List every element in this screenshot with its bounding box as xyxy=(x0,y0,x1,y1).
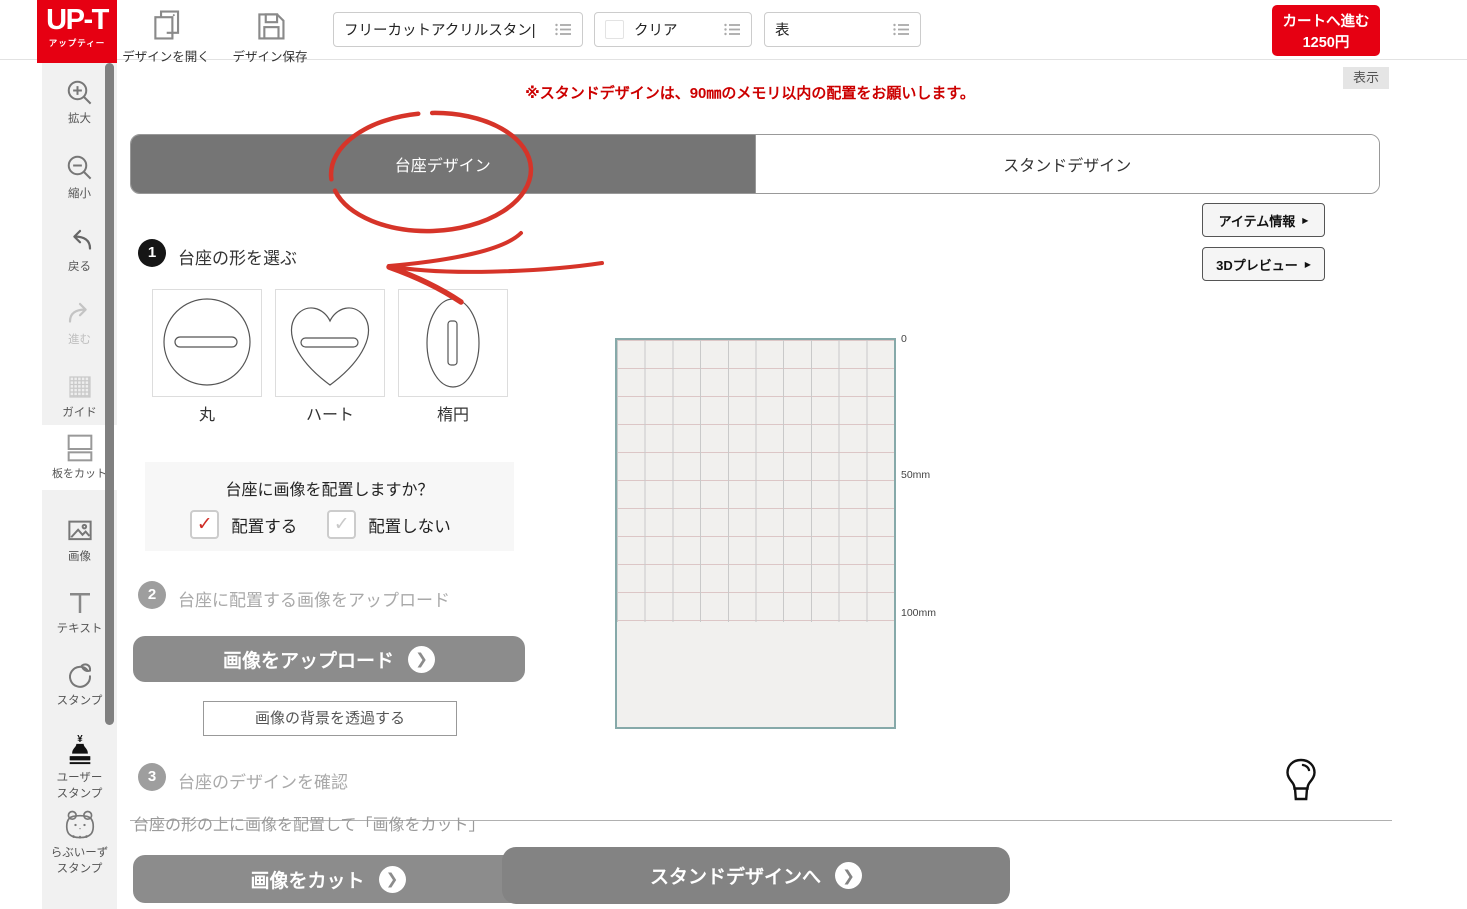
preview-3d-label: 3Dプレビュー xyxy=(1216,255,1298,274)
undo-icon xyxy=(65,226,95,256)
transparent-bg-button[interactable]: 画像の背景を透過する xyxy=(203,701,457,736)
tab-stand-design[interactable]: スタンドデザイン xyxy=(755,135,1380,193)
logo-subtitle: アップティー xyxy=(37,37,117,49)
canvas-tick-100: 100mm xyxy=(901,607,936,619)
design-canvas[interactable] xyxy=(615,338,896,729)
shape-label-heart: ハート xyxy=(275,401,385,425)
color-swatch xyxy=(605,20,624,39)
upload-image-button[interactable]: 画像をアップロード xyxy=(133,636,525,682)
color-select[interactable]: クリア xyxy=(594,12,752,47)
step2-title: 台座に配置する画像をアップロード xyxy=(178,586,450,611)
step3-number: 3 xyxy=(138,763,166,791)
app-root: デザインを開く デザイン保存 フリーカットアクリルスタン| クリア xyxy=(0,0,1467,909)
cut-image-label: 画像をカット xyxy=(250,866,364,893)
cart-button-line1: カートへ進む xyxy=(1272,12,1380,33)
stamp-icon xyxy=(65,660,95,690)
list-icon xyxy=(893,22,910,37)
sidebar-scrollbar[interactable] xyxy=(105,63,114,725)
sidebar-item-label: ユーザー スタンプ xyxy=(42,771,117,802)
logo-title: UP-T xyxy=(37,3,117,37)
placement-panel: 台座に画像を配置しますか？ 配置する 配置しない xyxy=(145,462,514,551)
header: デザインを開く デザイン保存 フリーカットアクリルスタン| クリア xyxy=(0,0,1467,60)
item-info-button[interactable]: アイテム情報 xyxy=(1202,203,1325,237)
save-design-label: デザイン保存 xyxy=(225,46,315,65)
cart-button-line2: 1250円 xyxy=(1272,33,1380,54)
shape-label-circle: 丸 xyxy=(152,401,262,425)
side-select-value: 表 xyxy=(775,19,885,40)
step1-title: 台座の形を選ぶ xyxy=(178,244,297,269)
color-select-value: クリア xyxy=(634,19,716,40)
shape-option-ellipse[interactable] xyxy=(398,289,508,397)
place-yes-checkbox[interactable] xyxy=(190,510,219,539)
tab-base-design[interactable]: 台座デザイン xyxy=(131,135,755,193)
step1-number: 1 xyxy=(138,239,166,267)
heart-shape-icon xyxy=(276,290,384,396)
sidebar-item-label: らぶいーず スタンプ xyxy=(42,846,117,877)
arrow-circle-icon xyxy=(379,866,406,893)
open-design-icon xyxy=(149,7,183,43)
circle-shape-icon xyxy=(153,290,261,396)
list-icon xyxy=(555,22,572,37)
open-design-button[interactable]: デザインを開く xyxy=(121,5,211,65)
cut-image-button[interactable]: 画像をカット xyxy=(133,855,523,903)
svg-text:¥: ¥ xyxy=(77,734,83,745)
list-icon xyxy=(724,22,741,37)
upload-image-label: 画像をアップロード xyxy=(223,646,394,673)
sidebar-item-user-stamp[interactable]: ¥ ユーザー スタンプ xyxy=(42,733,117,802)
to-stand-design-label: スタンドデザインへ xyxy=(650,862,821,889)
step2-number: 2 xyxy=(138,581,166,609)
lightbulb-icon[interactable] xyxy=(1283,757,1319,805)
place-yes-label: 配置する xyxy=(231,513,297,537)
hint-text: 台座の形の上に画像を配置して「画像をカット」 xyxy=(133,811,485,835)
step3-title: 台座のデザインを確認 xyxy=(178,768,348,793)
image-icon xyxy=(65,516,95,546)
display-button[interactable]: 表示 xyxy=(1343,67,1389,89)
design-tabs: 台座デザイン スタンドデザイン xyxy=(130,134,1380,194)
sidebar: 拡大 縮小 戻る 進む xyxy=(42,63,117,909)
guide-grid-icon xyxy=(65,372,95,402)
notice-text: ※スタンドデザインは、90㎜のメモリ以内の配置をお願いします。 xyxy=(525,82,975,103)
save-design-icon xyxy=(253,7,287,43)
item-info-label: アイテム情報 xyxy=(1219,211,1296,230)
user-stamp-icon: ¥ xyxy=(63,733,97,767)
redo-icon xyxy=(65,299,95,329)
canvas-tick-0: 0 xyxy=(901,333,907,345)
side-select[interactable]: 表 xyxy=(764,12,921,47)
canvas-grid xyxy=(617,340,894,622)
zoom-out-icon xyxy=(65,153,95,183)
place-no-checkbox[interactable] xyxy=(327,510,356,539)
preview-3d-button[interactable]: 3Dプレビュー xyxy=(1202,247,1325,281)
sidebar-item-loveys-stamp[interactable]: らぶいーず スタンプ xyxy=(42,808,117,877)
place-no-label: 配置しない xyxy=(368,513,451,537)
cut-board-icon xyxy=(63,431,97,463)
loveys-stamp-icon xyxy=(62,808,98,842)
product-select-value: フリーカットアクリルスタン| xyxy=(344,19,547,40)
to-stand-design-button[interactable]: スタンドデザインへ xyxy=(502,847,1010,904)
arrow-circle-icon xyxy=(835,862,862,889)
open-design-label: デザインを開く xyxy=(121,46,211,65)
shape-label-ellipse: 楕円 xyxy=(398,401,508,425)
zoom-in-icon xyxy=(65,78,95,108)
logo[interactable]: UP-T アップティー xyxy=(37,0,117,63)
save-design-button[interactable]: デザイン保存 xyxy=(225,5,315,65)
cart-button[interactable]: カートへ進む 1250円 xyxy=(1272,5,1380,56)
placement-question: 台座に画像を配置しますか？ xyxy=(145,476,514,500)
canvas-tick-50: 50mm xyxy=(901,469,930,481)
ellipse-shape-icon xyxy=(399,290,507,396)
shape-option-heart[interactable] xyxy=(275,289,385,397)
text-icon xyxy=(65,588,95,618)
product-select[interactable]: フリーカットアクリルスタン| xyxy=(333,12,583,47)
shape-option-circle[interactable] xyxy=(152,289,262,397)
arrow-circle-icon xyxy=(408,646,435,673)
